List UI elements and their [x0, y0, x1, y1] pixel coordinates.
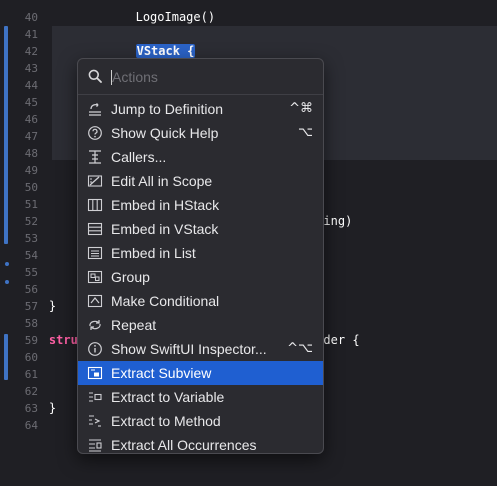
action-label: Embed in List — [111, 245, 196, 261]
actions-search-row — [78, 59, 323, 93]
group-icon — [87, 270, 103, 284]
line-number: 56 — [24, 283, 38, 296]
action-embed-in-list[interactable]: Embed in List — [78, 241, 323, 265]
conditional-icon — [87, 294, 103, 308]
extract-all-icon — [89, 439, 102, 452]
action-label: Extract to Variable — [111, 389, 225, 405]
action-label: Group — [111, 269, 150, 285]
edit-scope-icon — [87, 175, 103, 187]
line-number: 51 — [24, 198, 38, 211]
line-number: 61 — [24, 368, 38, 381]
line-number: 41 — [24, 28, 38, 41]
action-label: Show Quick Help — [111, 125, 219, 141]
line-number: 54 — [24, 249, 38, 262]
action-extract-subview[interactable]: Extract Subview — [78, 361, 323, 385]
keyboard-shortcut: ⌥ — [298, 125, 313, 140]
vstack-icon — [87, 222, 103, 236]
action-label: Extract Subview — [111, 365, 212, 381]
keyboard-shortcut: ^⌥ — [287, 341, 313, 356]
action-embed-in-hstack[interactable]: Embed in HStack — [78, 193, 323, 217]
line-number: 64 — [24, 419, 38, 432]
action-label: Extract All Occurrences — [111, 437, 257, 453]
list-icon — [87, 246, 103, 260]
keyboard-shortcut: ^⌘ — [289, 101, 313, 116]
actions-search-input[interactable] — [112, 65, 312, 89]
menu-divider — [78, 94, 323, 95]
action-extract-all-occurrences[interactable]: Extract All Occurrences — [78, 433, 323, 457]
action-show-swiftui-inspector[interactable]: Show SwiftUI Inspector... ^⌥ — [78, 337, 323, 361]
code-text: LogoImage() — [20, 9, 215, 26]
actions-popup: Jump to Definition ^⌘ Show Quick Help ⌥ Call… — [77, 58, 324, 454]
action-show-quick-help[interactable]: Show Quick Help ⌥ — [78, 121, 323, 145]
line-number: 55 — [24, 266, 38, 279]
line-number: 45 — [24, 96, 38, 109]
callers-icon — [89, 150, 101, 164]
action-embed-in-vstack[interactable]: Embed in VStack — [78, 217, 323, 241]
action-group[interactable]: Group — [78, 265, 323, 289]
action-jump-to-definition[interactable]: Jump to Definition ^⌘ — [78, 97, 323, 121]
jump-to-definition-icon — [89, 103, 101, 116]
action-label: Edit All in Scope — [111, 173, 213, 189]
line-number: 58 — [24, 317, 38, 330]
action-repeat[interactable]: Repeat — [78, 313, 323, 337]
action-label: Embed in VStack — [111, 221, 219, 237]
action-label: Make Conditional — [111, 293, 220, 309]
action-edit-all-in-scope[interactable]: Edit All in Scope — [78, 169, 323, 193]
code-line[interactable]: 41 — [0, 26, 497, 43]
line-number: 60 — [24, 351, 38, 364]
action-label: Callers... — [111, 149, 167, 165]
line-number: 48 — [24, 147, 38, 160]
line-number: 62 — [24, 385, 38, 398]
line-number: 46 — [24, 113, 38, 126]
code-token: LogoImage() — [20, 10, 216, 24]
extract-variable-icon — [89, 392, 102, 402]
search-icon — [88, 69, 102, 83]
code-token: } — [20, 401, 57, 415]
action-extract-to-method[interactable]: Extract to Method — [78, 409, 323, 433]
extract-method-icon — [89, 415, 101, 427]
action-label: Show SwiftUI Inspector... — [111, 341, 267, 357]
info-circle-icon — [88, 342, 102, 356]
question-circle-icon — [88, 126, 102, 140]
code-token: stru — [20, 333, 78, 347]
action-label: Repeat — [111, 317, 157, 333]
hstack-icon — [87, 198, 103, 212]
code-text: } — [20, 400, 56, 417]
code-line[interactable]: 40 LogoImage() — [0, 9, 497, 26]
action-label: Embed in HStack — [111, 197, 220, 213]
code-text: } — [20, 298, 56, 315]
line-number: 49 — [24, 164, 38, 177]
extract-subview-icon — [87, 366, 103, 380]
action-label: Jump to Definition — [111, 101, 224, 117]
selected-code-token: VStack { — [135, 44, 196, 58]
action-label: Extract to Method — [111, 413, 221, 429]
repeat-icon — [89, 320, 101, 330]
code-token: } — [20, 299, 57, 313]
line-number: 53 — [24, 232, 38, 245]
action-extract-to-variable[interactable]: Extract to Variable — [78, 385, 323, 409]
action-make-conditional[interactable]: Make Conditional — [78, 289, 323, 313]
action-callers[interactable]: Callers... — [78, 145, 323, 169]
